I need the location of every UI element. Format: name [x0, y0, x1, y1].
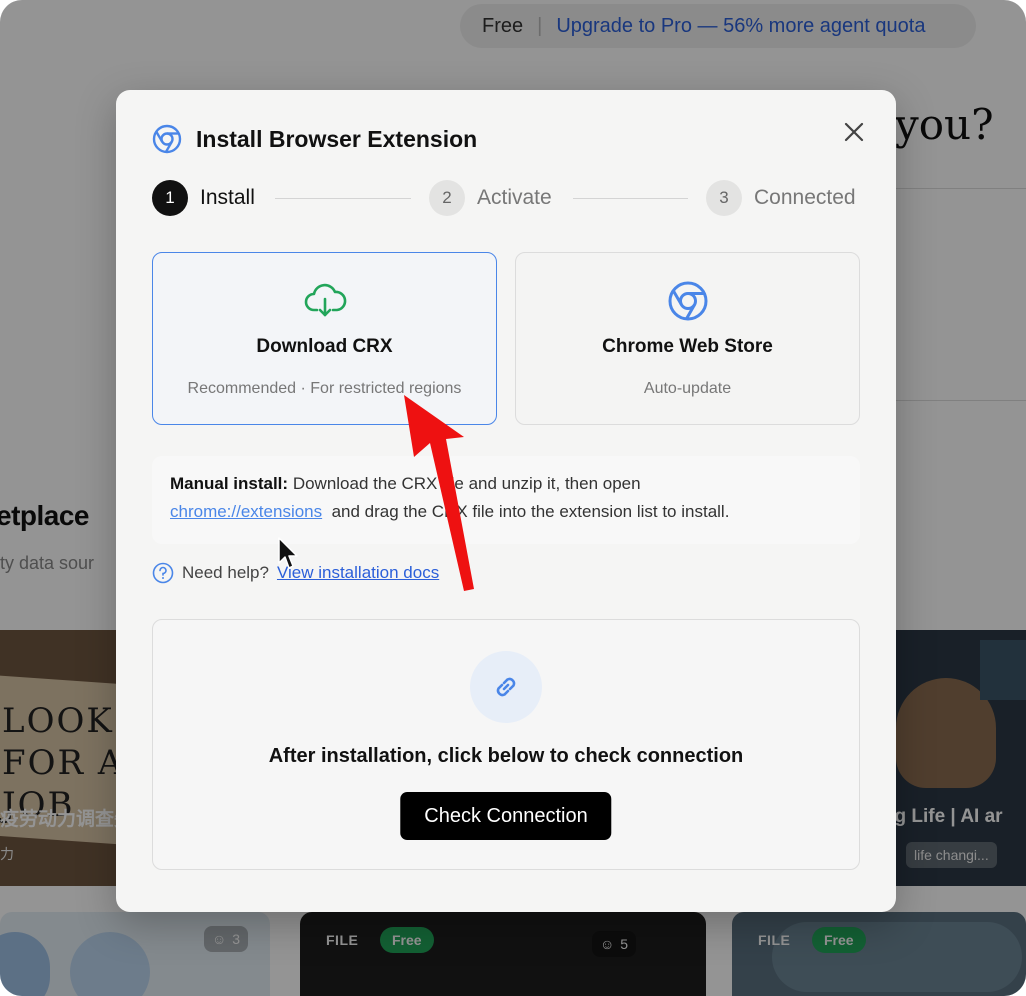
step-label: Connected [754, 186, 856, 209]
option-title: Download CRX [256, 336, 393, 357]
manual-install-note: Manual install: Download the CRX file an… [152, 456, 860, 544]
check-connection-button[interactable]: Check Connection [400, 792, 612, 840]
connection-check-panel: After installation, click below to check… [152, 619, 860, 870]
install-extension-modal: Install Browser Extension 1 Install 2 Ac… [116, 90, 896, 912]
step-connector [573, 198, 688, 199]
step-install: 1 Install [152, 180, 255, 216]
mouse-cursor-icon [278, 537, 298, 569]
chrome-icon [152, 124, 182, 154]
step-number: 1 [152, 180, 188, 216]
step-number: 3 [706, 180, 742, 216]
step-label: Install [200, 186, 255, 209]
chrome-web-store-option[interactable]: Chrome Web Store Auto-update [515, 252, 860, 425]
modal-header: Install Browser Extension [152, 124, 477, 154]
modal-title: Install Browser Extension [196, 125, 478, 152]
step-connector [275, 198, 411, 199]
help-text: Need help? [182, 563, 269, 582]
step-activate: 2 Activate [429, 180, 552, 216]
cloud-download-icon [304, 283, 346, 317]
chrome-extensions-link[interactable]: chrome://extensions [170, 502, 322, 521]
step-number: 2 [429, 180, 465, 216]
step-connected: 3 Connected [706, 180, 856, 216]
option-subtitle: Auto-update [643, 380, 732, 397]
link-icon-badge [470, 651, 542, 723]
option-title: Chrome Web Store [602, 336, 773, 357]
link-icon [496, 677, 516, 697]
close-icon[interactable] [842, 120, 866, 144]
help-icon [152, 562, 174, 584]
step-label: Activate [477, 186, 552, 209]
red-arrow-annotation [404, 395, 474, 591]
install-stepper: 1 Install 2 Activate 3 Connected [152, 180, 860, 216]
chrome-icon [668, 281, 707, 321]
connection-instruction: After installation, click below to check… [268, 745, 744, 767]
manual-install-label: Manual install: [170, 474, 289, 493]
